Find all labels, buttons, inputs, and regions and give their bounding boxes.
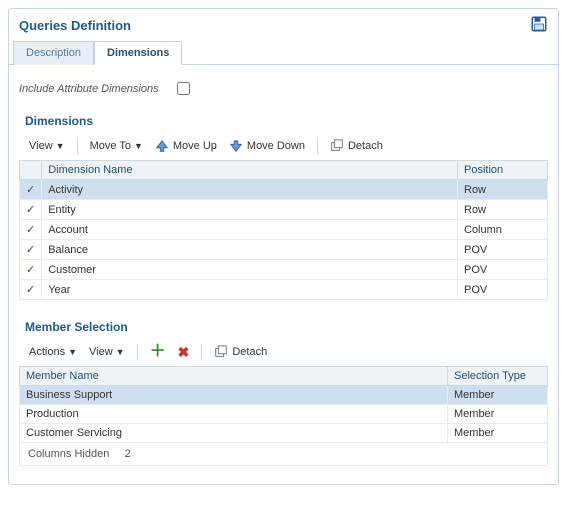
move-to-label: Move To <box>90 140 131 152</box>
detach-button[interactable]: Detach <box>330 139 383 153</box>
check-icon: ✓ <box>20 240 42 260</box>
panel-header: Queries Definition <box>19 9 548 40</box>
position-cell: POV <box>458 240 548 260</box>
table-row[interactable]: Customer ServicingMember <box>20 424 548 443</box>
view-menu[interactable]: View ▼ <box>29 140 65 152</box>
dimensions-toolbar: View ▼ Move To ▼ Move Up Move Down <box>19 136 548 160</box>
table-row[interactable]: ProductionMember <box>20 405 548 424</box>
detach-icon <box>330 139 344 153</box>
member-name-cell: Production <box>20 405 448 424</box>
actions-menu[interactable]: Actions ▼ <box>29 346 77 358</box>
dimensions-title: Dimensions <box>19 108 548 136</box>
dimension-name-cell: Balance <box>42 240 458 260</box>
selection-type-cell: Member <box>448 405 548 424</box>
position-cell: Row <box>458 180 548 200</box>
caret-down-icon: ▼ <box>116 347 125 357</box>
dimension-name-cell: Account <box>42 220 458 240</box>
caret-down-icon: ▼ <box>68 347 77 357</box>
tab-content: Include Attribute Dimensions Dimensions … <box>19 65 548 466</box>
position-cell: Column <box>458 220 548 240</box>
view-label: View <box>89 346 113 358</box>
table-row[interactable]: ✓EntityRow <box>20 200 548 220</box>
detach-icon <box>214 345 228 359</box>
dimension-name-cell: Entity <box>42 200 458 220</box>
include-attribute-row: Include Attribute Dimensions <box>19 79 548 98</box>
arrow-up-icon <box>155 139 169 153</box>
position-cell: Row <box>458 200 548 220</box>
detach-button[interactable]: Detach <box>214 345 267 359</box>
table-row[interactable]: ✓CustomerPOV <box>20 260 548 280</box>
separator <box>317 138 318 154</box>
position-header[interactable]: Position <box>458 161 548 180</box>
table-row[interactable]: ✓ActivityRow <box>20 180 548 200</box>
dimensions-section: Dimensions View ▼ Move To ▼ Move Up Mo <box>19 108 548 300</box>
columns-hidden-row: Columns Hidden 2 <box>19 443 548 466</box>
queries-definition-panel: Queries Definition Description Dimension… <box>8 8 559 485</box>
member-selection-section: Member Selection Actions ▼ View ▼ ＋ ✖ De… <box>19 314 548 466</box>
move-up-label: Move Up <box>173 140 217 152</box>
actions-label: Actions <box>29 346 65 358</box>
dimensions-table: Dimension Name Position ✓ActivityRow✓Ent… <box>19 160 548 300</box>
member-name-header[interactable]: Member Name <box>20 367 448 386</box>
move-up-button[interactable]: Move Up <box>155 139 217 153</box>
move-down-button[interactable]: Move Down <box>229 139 305 153</box>
detach-label: Detach <box>348 140 383 152</box>
dimension-name-cell: Activity <box>42 180 458 200</box>
dimension-name-header[interactable]: Dimension Name <box>42 161 458 180</box>
position-cell: POV <box>458 260 548 280</box>
tab-description[interactable]: Description <box>13 41 94 65</box>
panel-title: Queries Definition <box>19 18 131 33</box>
member-name-cell: Customer Servicing <box>20 424 448 443</box>
selection-type-header[interactable]: Selection Type <box>448 367 548 386</box>
position-cell: POV <box>458 280 548 300</box>
check-icon: ✓ <box>20 180 42 200</box>
check-icon: ✓ <box>20 280 42 300</box>
separator <box>77 138 78 154</box>
separator <box>201 344 202 360</box>
check-icon: ✓ <box>20 260 42 280</box>
check-header <box>20 161 42 180</box>
dimension-name-cell: Customer <box>42 260 458 280</box>
table-row[interactable]: ✓YearPOV <box>20 280 548 300</box>
save-icon[interactable] <box>530 15 548 36</box>
columns-hidden-count: 2 <box>125 448 131 460</box>
member-name-cell: Business Support <box>20 386 448 405</box>
columns-hidden-label: Columns Hidden <box>28 448 109 460</box>
table-row[interactable]: ✓BalancePOV <box>20 240 548 260</box>
selection-type-cell: Member <box>448 386 548 405</box>
move-down-label: Move Down <box>247 140 305 152</box>
include-attribute-label: Include Attribute Dimensions <box>19 83 159 95</box>
check-icon: ✓ <box>20 200 42 220</box>
member-toolbar: Actions ▼ View ▼ ＋ ✖ Detach <box>19 342 548 366</box>
view-label: View <box>29 140 53 152</box>
caret-down-icon: ▼ <box>56 141 65 151</box>
selection-type-cell: Member <box>448 424 548 443</box>
add-icon[interactable]: ＋ <box>150 345 166 359</box>
caret-down-icon: ▼ <box>134 141 143 151</box>
remove-icon[interactable]: ✖ <box>178 345 190 359</box>
member-table: Member Name Selection Type Business Supp… <box>19 366 548 443</box>
member-selection-title: Member Selection <box>19 314 548 342</box>
table-row[interactable]: ✓AccountColumn <box>20 220 548 240</box>
dimension-name-cell: Year <box>42 280 458 300</box>
include-attribute-checkbox[interactable] <box>177 82 190 95</box>
tabs: Description Dimensions <box>9 40 558 65</box>
move-to-menu[interactable]: Move To ▼ <box>90 140 143 152</box>
check-icon: ✓ <box>20 220 42 240</box>
view-menu[interactable]: View ▼ <box>89 346 125 358</box>
tab-dimensions[interactable]: Dimensions <box>94 41 182 65</box>
arrow-down-icon <box>229 139 243 153</box>
table-row[interactable]: Business SupportMember <box>20 386 548 405</box>
separator <box>137 344 138 360</box>
detach-label: Detach <box>232 346 267 358</box>
